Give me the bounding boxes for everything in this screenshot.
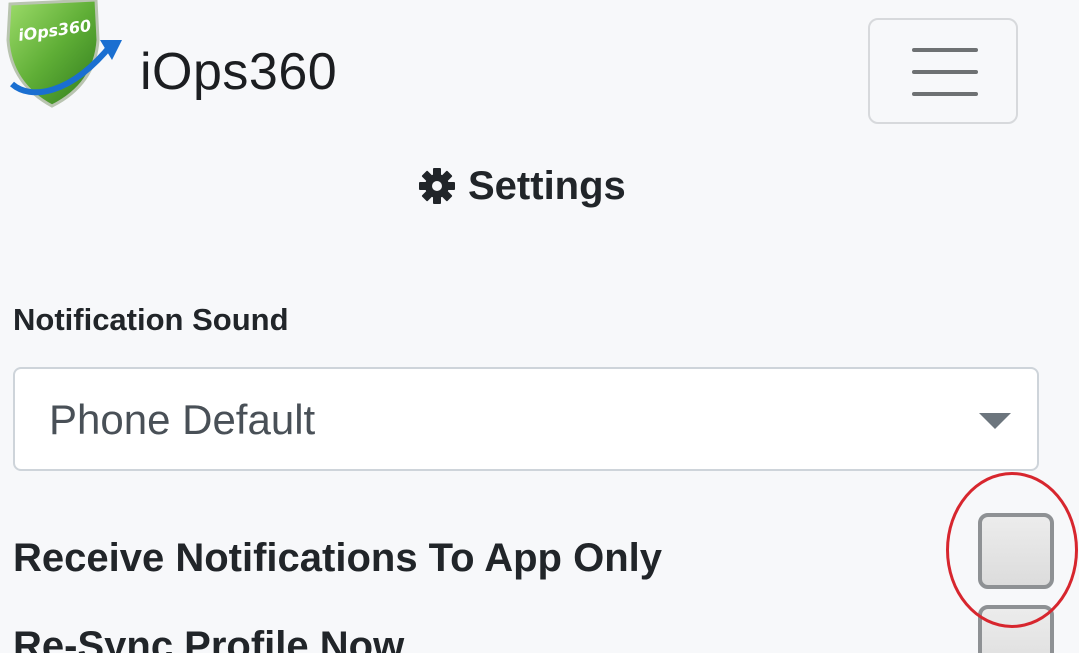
resync-profile-label: Re-Sync Profile Now <box>13 624 405 653</box>
settings-screen: iOps360 iOps360 Settings Notification So… <box>0 0 1079 653</box>
app-logo: iOps360 <box>6 0 122 108</box>
notification-sound-value: Phone Default <box>49 396 316 443</box>
chevron-down-icon <box>979 413 1011 429</box>
menu-toggle-button[interactable] <box>868 18 1018 124</box>
notification-sound-label: Notification Sound <box>13 302 289 337</box>
brand-name: iOps360 <box>140 43 338 101</box>
settings-title-text: Settings <box>468 164 626 208</box>
resync-profile-checkbox[interactable] <box>978 605 1054 653</box>
receive-notifications-app-only-checkbox[interactable] <box>978 513 1054 589</box>
notification-sound-select[interactable]: Phone Default <box>13 367 1039 471</box>
gear-icon <box>419 168 455 204</box>
page-title: Settings <box>418 160 626 212</box>
receive-notifications-app-only-label: Receive Notifications To App Only <box>13 536 662 580</box>
